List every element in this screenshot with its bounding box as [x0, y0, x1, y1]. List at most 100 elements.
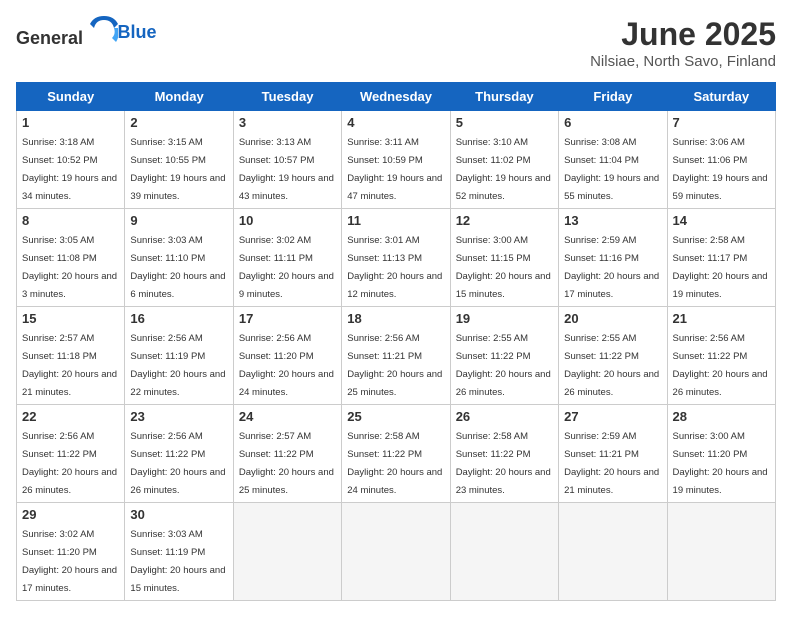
col-saturday: Saturday: [667, 83, 775, 111]
calendar-week-row: 8 Sunrise: 3:05 AMSunset: 11:08 PMDaylig…: [17, 209, 776, 307]
day-info: Sunrise: 2:59 AMSunset: 11:21 PMDaylight…: [564, 431, 659, 496]
page-header: General Blue June 2025 Nilsiae, North Sa…: [16, 16, 776, 70]
table-row: 17 Sunrise: 2:56 AMSunset: 11:20 PMDayli…: [233, 307, 341, 405]
table-row: 3 Sunrise: 3:13 AMSunset: 10:57 PMDaylig…: [233, 111, 341, 209]
table-row: 13 Sunrise: 2:59 AMSunset: 11:16 PMDayli…: [559, 209, 667, 307]
table-row: 23 Sunrise: 2:56 AMSunset: 11:22 PMDayli…: [125, 405, 233, 503]
day-number: 6: [564, 115, 661, 130]
day-info: Sunrise: 3:06 AMSunset: 11:06 PMDaylight…: [673, 137, 768, 202]
day-info: Sunrise: 2:57 AMSunset: 11:22 PMDaylight…: [239, 431, 334, 496]
table-row: [450, 503, 558, 601]
col-friday: Friday: [559, 83, 667, 111]
day-info: Sunrise: 2:56 AMSunset: 11:20 PMDaylight…: [239, 333, 334, 398]
table-row: 20 Sunrise: 2:55 AMSunset: 11:22 PMDayli…: [559, 307, 667, 405]
day-number: 30: [130, 507, 227, 522]
day-info: Sunrise: 2:58 AMSunset: 11:22 PMDaylight…: [456, 431, 551, 496]
day-number: 11: [347, 213, 444, 228]
day-number: 7: [673, 115, 770, 130]
day-info: Sunrise: 3:03 AMSunset: 11:10 PMDaylight…: [130, 235, 225, 300]
table-row: 14 Sunrise: 2:58 AMSunset: 11:17 PMDayli…: [667, 209, 775, 307]
logo: General Blue: [16, 16, 157, 49]
col-wednesday: Wednesday: [342, 83, 450, 111]
day-info: Sunrise: 2:56 AMSunset: 11:21 PMDaylight…: [347, 333, 442, 398]
day-info: Sunrise: 2:56 AMSunset: 11:22 PMDaylight…: [673, 333, 768, 398]
day-number: 20: [564, 311, 661, 326]
day-number: 27: [564, 409, 661, 424]
table-row: 16 Sunrise: 2:56 AMSunset: 11:19 PMDayli…: [125, 307, 233, 405]
month-title: June 2025: [590, 16, 776, 53]
table-row: 24 Sunrise: 2:57 AMSunset: 11:22 PMDayli…: [233, 405, 341, 503]
table-row: [667, 503, 775, 601]
table-row: 29 Sunrise: 3:02 AMSunset: 11:20 PMDayli…: [17, 503, 125, 601]
logo-text-general: General: [16, 28, 83, 48]
table-row: 5 Sunrise: 3:10 AMSunset: 11:02 PMDaylig…: [450, 111, 558, 209]
col-sunday: Sunday: [17, 83, 125, 111]
day-number: 26: [456, 409, 553, 424]
day-info: Sunrise: 3:01 AMSunset: 11:13 PMDaylight…: [347, 235, 442, 300]
day-number: 2: [130, 115, 227, 130]
calendar-week-row: 29 Sunrise: 3:02 AMSunset: 11:20 PMDayli…: [17, 503, 776, 601]
table-row: 2 Sunrise: 3:15 AMSunset: 10:55 PMDaylig…: [125, 111, 233, 209]
calendar-week-row: 1 Sunrise: 3:18 AMSunset: 10:52 PMDaylig…: [17, 111, 776, 209]
calendar-header-row: Sunday Monday Tuesday Wednesday Thursday…: [17, 83, 776, 111]
table-row: 21 Sunrise: 2:56 AMSunset: 11:22 PMDayli…: [667, 307, 775, 405]
table-row: [233, 503, 341, 601]
day-number: 29: [22, 507, 119, 522]
table-row: 26 Sunrise: 2:58 AMSunset: 11:22 PMDayli…: [450, 405, 558, 503]
day-info: Sunrise: 2:55 AMSunset: 11:22 PMDaylight…: [456, 333, 551, 398]
day-number: 3: [239, 115, 336, 130]
day-number: 23: [130, 409, 227, 424]
table-row: 28 Sunrise: 3:00 AMSunset: 11:20 PMDayli…: [667, 405, 775, 503]
day-number: 5: [456, 115, 553, 130]
day-number: 10: [239, 213, 336, 228]
day-number: 13: [564, 213, 661, 228]
table-row: 15 Sunrise: 2:57 AMSunset: 11:18 PMDayli…: [17, 307, 125, 405]
table-row: 25 Sunrise: 2:58 AMSunset: 11:22 PMDayli…: [342, 405, 450, 503]
table-row: [342, 503, 450, 601]
table-row: 30 Sunrise: 3:03 AMSunset: 11:19 PMDayli…: [125, 503, 233, 601]
calendar-week-row: 15 Sunrise: 2:57 AMSunset: 11:18 PMDayli…: [17, 307, 776, 405]
col-monday: Monday: [125, 83, 233, 111]
day-info: Sunrise: 3:13 AMSunset: 10:57 PMDaylight…: [239, 137, 334, 202]
day-info: Sunrise: 2:55 AMSunset: 11:22 PMDaylight…: [564, 333, 659, 398]
calendar-week-row: 22 Sunrise: 2:56 AMSunset: 11:22 PMDayli…: [17, 405, 776, 503]
table-row: 9 Sunrise: 3:03 AMSunset: 11:10 PMDaylig…: [125, 209, 233, 307]
day-info: Sunrise: 2:56 AMSunset: 11:19 PMDaylight…: [130, 333, 225, 398]
table-row: 10 Sunrise: 3:02 AMSunset: 11:11 PMDayli…: [233, 209, 341, 307]
day-number: 28: [673, 409, 770, 424]
day-info: Sunrise: 3:02 AMSunset: 11:20 PMDaylight…: [22, 529, 117, 594]
day-number: 16: [130, 311, 227, 326]
table-row: 4 Sunrise: 3:11 AMSunset: 10:59 PMDaylig…: [342, 111, 450, 209]
logo-icon: [90, 16, 118, 44]
table-row: 22 Sunrise: 2:56 AMSunset: 11:22 PMDayli…: [17, 405, 125, 503]
col-tuesday: Tuesday: [233, 83, 341, 111]
day-number: 12: [456, 213, 553, 228]
day-info: Sunrise: 3:11 AMSunset: 10:59 PMDaylight…: [347, 137, 442, 202]
location-title: Nilsiae, North Savo, Finland: [590, 53, 776, 70]
day-info: Sunrise: 3:03 AMSunset: 11:19 PMDaylight…: [130, 529, 225, 594]
table-row: 18 Sunrise: 2:56 AMSunset: 11:21 PMDayli…: [342, 307, 450, 405]
day-number: 15: [22, 311, 119, 326]
table-row: 8 Sunrise: 3:05 AMSunset: 11:08 PMDaylig…: [17, 209, 125, 307]
calendar-table: Sunday Monday Tuesday Wednesday Thursday…: [16, 82, 776, 601]
table-row: 11 Sunrise: 3:01 AMSunset: 11:13 PMDayli…: [342, 209, 450, 307]
day-info: Sunrise: 3:00 AMSunset: 11:15 PMDaylight…: [456, 235, 551, 300]
day-info: Sunrise: 3:02 AMSunset: 11:11 PMDaylight…: [239, 235, 334, 300]
day-number: 9: [130, 213, 227, 228]
day-info: Sunrise: 2:58 AMSunset: 11:22 PMDaylight…: [347, 431, 442, 496]
table-row: 19 Sunrise: 2:55 AMSunset: 11:22 PMDayli…: [450, 307, 558, 405]
day-number: 24: [239, 409, 336, 424]
day-number: 14: [673, 213, 770, 228]
day-number: 25: [347, 409, 444, 424]
day-number: 22: [22, 409, 119, 424]
day-number: 1: [22, 115, 119, 130]
day-info: Sunrise: 3:15 AMSunset: 10:55 PMDaylight…: [130, 137, 225, 202]
day-number: 18: [347, 311, 444, 326]
table-row: 1 Sunrise: 3:18 AMSunset: 10:52 PMDaylig…: [17, 111, 125, 209]
logo-text-blue: Blue: [118, 22, 157, 42]
table-row: 6 Sunrise: 3:08 AMSunset: 11:04 PMDaylig…: [559, 111, 667, 209]
day-info: Sunrise: 3:08 AMSunset: 11:04 PMDaylight…: [564, 137, 659, 202]
table-row: 12 Sunrise: 3:00 AMSunset: 11:15 PMDayli…: [450, 209, 558, 307]
day-info: Sunrise: 2:56 AMSunset: 11:22 PMDaylight…: [22, 431, 117, 496]
day-number: 17: [239, 311, 336, 326]
